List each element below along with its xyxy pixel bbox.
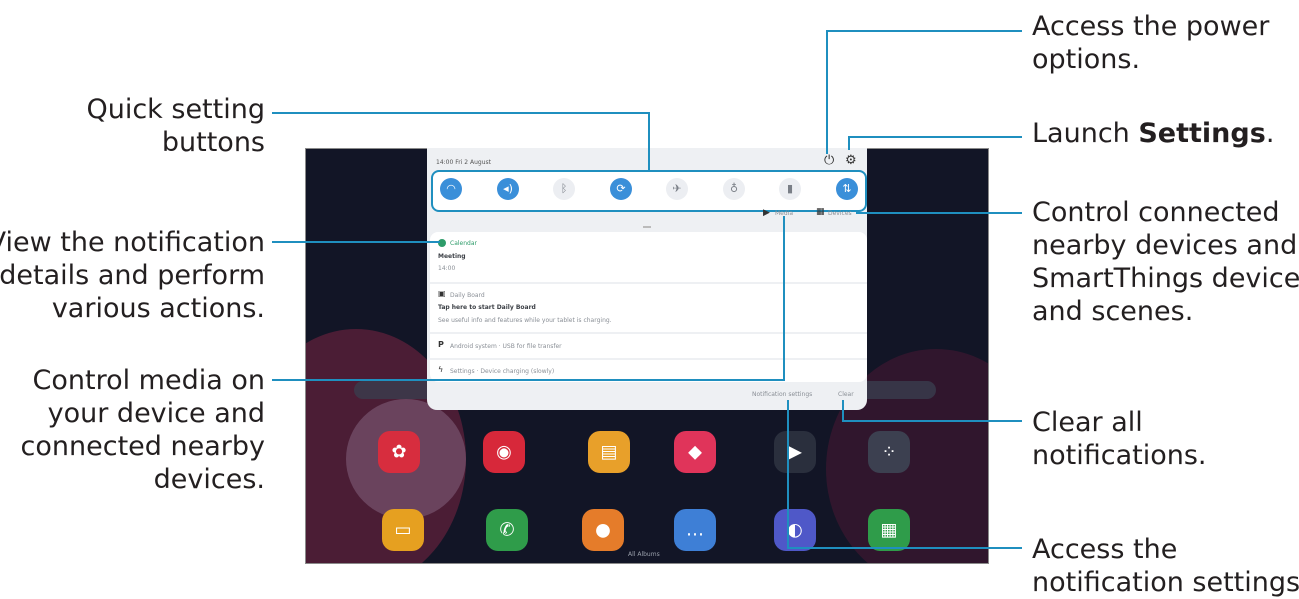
- callout-quick-settings: Quick setting buttons: [86, 94, 265, 158]
- clear-button[interactable]: Clear: [838, 391, 854, 398]
- dock-label: All Albums: [628, 551, 660, 558]
- callout-media: Control media on your device and connect…: [20, 365, 265, 495]
- sound-icon[interactable]: ◂): [497, 178, 519, 200]
- usb-icon: P: [438, 340, 444, 349]
- app-icon-calendar[interactable]: ▦: [868, 509, 910, 551]
- airplane-mode-icon[interactable]: ✈: [666, 178, 688, 200]
- leader-view-h: [272, 241, 440, 243]
- callout-clear-all: Clear all notifications.: [1032, 407, 1207, 471]
- gear-icon[interactable]: ⚙: [845, 153, 857, 168]
- notification-card-calendar[interactable]: Calendar Meeting 14:00: [430, 232, 867, 282]
- leader-notif-settings-v: [787, 400, 789, 548]
- leader-notif-settings-h: [787, 547, 1022, 549]
- leader-clear-h: [842, 420, 1022, 422]
- notification-card-daily-board[interactable]: ▣ Daily Board Tap here to start Daily Bo…: [430, 284, 867, 332]
- app-icon-internet[interactable]: ◐: [774, 509, 816, 551]
- callout-connected-devices: Control connected nearby devices and Sma…: [1032, 197, 1299, 327]
- devices-icon[interactable]: ▦: [816, 207, 825, 217]
- app-icon-folder[interactable]: ⁘: [868, 431, 910, 473]
- leader-clear-v: [842, 400, 844, 422]
- media-icon[interactable]: ▶: [763, 208, 770, 218]
- leader-power-v: [826, 30, 828, 154]
- callout-notification-settings: Access the notification settings.: [1032, 534, 1299, 598]
- flashlight-icon[interactable]: ♁: [723, 178, 745, 200]
- leader-connected-h: [856, 212, 1022, 214]
- bluetooth-icon[interactable]: ᛒ: [553, 178, 575, 200]
- daily-board-icon: ▣: [438, 289, 446, 298]
- callout-power: Access the power options.: [1032, 11, 1270, 75]
- leader-media-h: [272, 379, 785, 381]
- charging-icon: ϟ: [438, 365, 444, 374]
- app-icon-store[interactable]: ◆: [674, 431, 716, 473]
- app-icon-notes[interactable]: ▤: [588, 431, 630, 473]
- callout-settings: Launch Settings.: [1032, 118, 1275, 149]
- leader-power-h: [826, 30, 1022, 32]
- status-datetime: 14:00 Fri 2 August: [436, 159, 491, 166]
- power-icon[interactable]: ⏻: [824, 153, 834, 168]
- leader-settings-h: [848, 136, 1022, 138]
- leader-quick-v: [648, 112, 650, 172]
- leader-settings-v: [848, 136, 850, 150]
- app-icon-phone[interactable]: ✆: [486, 509, 528, 551]
- leader-quick-h: [272, 112, 650, 114]
- leader-media-v: [783, 216, 785, 381]
- callout-view-notification: View the notification details and perfor…: [0, 227, 265, 324]
- app-icon-play-store[interactable]: ▶: [774, 431, 816, 473]
- app-icon-contacts[interactable]: ●: [582, 509, 624, 551]
- app-icon-camera[interactable]: ◉: [483, 431, 525, 473]
- app-icon-messages[interactable]: …: [674, 509, 716, 551]
- notification-card-android-system[interactable]: P Android system · USB for file transfer: [430, 334, 867, 358]
- mobile-data-icon[interactable]: ⇅: [836, 178, 858, 200]
- panel-handle[interactable]: [643, 226, 651, 228]
- power-saving-icon[interactable]: ▮: [779, 178, 801, 200]
- auto-rotate-icon[interactable]: ⟳: [610, 178, 632, 200]
- notification-settings-button[interactable]: Notification settings: [752, 391, 812, 398]
- devices-button-label[interactable]: Devices: [828, 210, 852, 217]
- app-icon-gallery[interactable]: ✿: [378, 431, 420, 473]
- app-icon-my-files[interactable]: ▭: [382, 509, 424, 551]
- wifi-icon[interactable]: ◠: [440, 178, 462, 200]
